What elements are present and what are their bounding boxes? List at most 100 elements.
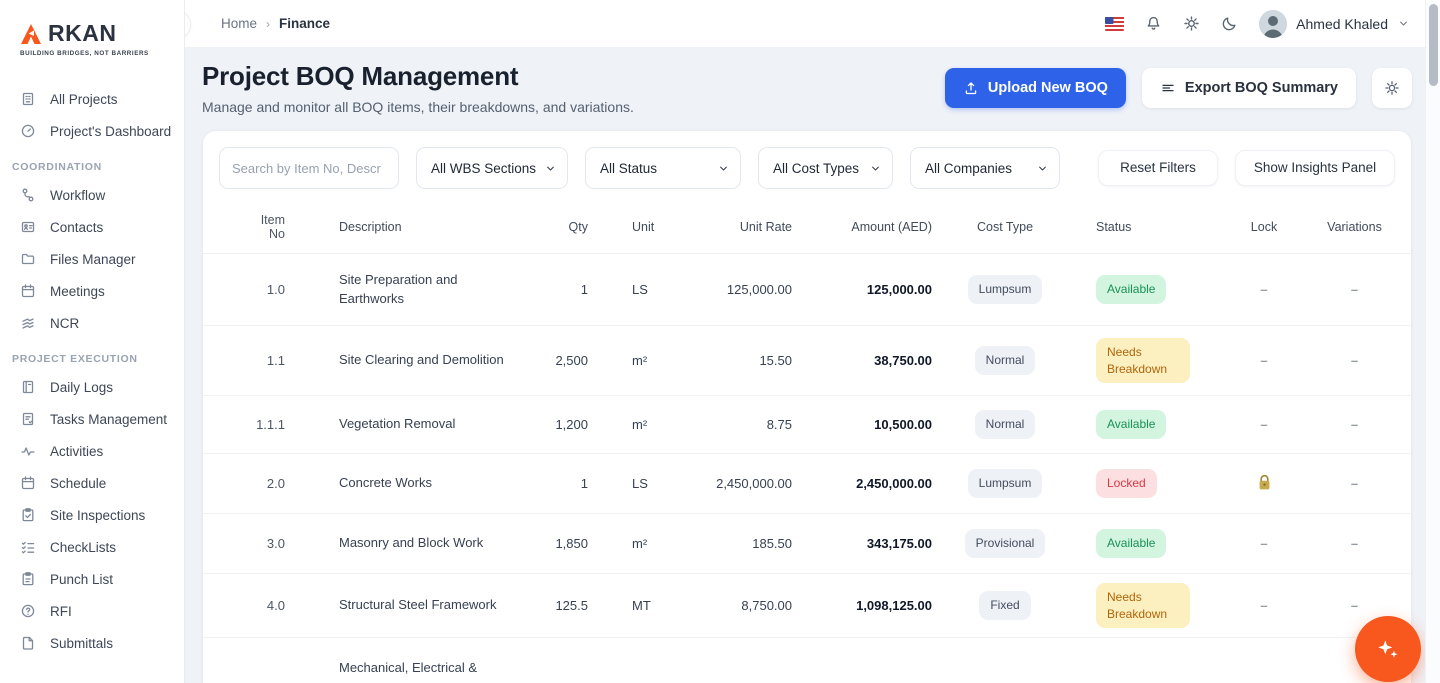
page-scrollbar[interactable]: [1425, 0, 1440, 683]
lines-icon: [1160, 80, 1176, 96]
sidebar-item-schedule[interactable]: Schedule: [0, 467, 184, 499]
chevron-down-icon: [1036, 162, 1049, 175]
cell-amount: 10,500.00: [804, 417, 944, 432]
cell-description: Site Clearing and Demolition: [309, 351, 534, 370]
cost-type-badge: Normal: [975, 346, 1036, 374]
cell-amount: 38,750.00: [804, 353, 944, 368]
wbs-sections-select[interactable]: All WBS Sections: [416, 147, 568, 189]
cell-item-no: 2.0: [219, 476, 309, 491]
col-unit: Unit: [606, 220, 676, 234]
cell-variations: –: [1314, 598, 1395, 613]
cell-unit-rate: 15.50: [676, 353, 804, 368]
table-row[interactable]: 3.0 Masonry and Block Work 1,850 m² 185.…: [203, 514, 1411, 574]
table-row[interactable]: 1.0 Site Preparation and Earthworks 1 LS…: [203, 254, 1411, 326]
page-subtitle: Manage and monitor all BOQ items, their …: [202, 99, 634, 115]
brand-name: RKAN: [48, 20, 116, 47]
sidebar-item-files-manager[interactable]: Files Manager: [0, 243, 184, 275]
cell-cost-type: Normal: [944, 410, 1066, 438]
sparkles-icon: [1375, 636, 1401, 662]
language-flag-button[interactable]: [1105, 17, 1124, 31]
ai-assistant-fab[interactable]: [1355, 616, 1421, 682]
cell-item-no: 1.0: [219, 282, 309, 297]
page-title: Project BOQ Management: [202, 61, 634, 92]
sidebar-item-ncr[interactable]: NCR: [0, 307, 184, 339]
cell-item-no: 3.0: [219, 536, 309, 551]
table-row[interactable]: Mechanical, Electrical &: [203, 638, 1411, 683]
breadcrumb-home[interactable]: Home: [221, 16, 257, 31]
help-circle-icon: [20, 603, 36, 619]
cell-amount: 343,175.00: [804, 536, 944, 551]
table-settings-button[interactable]: [1372, 68, 1412, 108]
sidebar-item-meetings[interactable]: Meetings: [0, 275, 184, 307]
brand-tagline: BUILDING BRIDGES, NOT BARRIERS: [20, 50, 184, 57]
notifications-button[interactable]: [1145, 15, 1162, 32]
activity-icon: [20, 443, 36, 459]
scrollbar-thumb[interactable]: [1429, 4, 1438, 86]
col-description: Description: [309, 218, 534, 236]
sidebar-item-tasks-management[interactable]: Tasks Management: [0, 403, 184, 435]
task-icon: [20, 411, 36, 427]
chevron-down-icon: [544, 162, 557, 175]
cost-type-badge: Provisional: [965, 529, 1046, 557]
sidebar-item-projects-dashboard[interactable]: Project's Dashboard: [0, 115, 184, 147]
sidebar-item-daily-logs[interactable]: Daily Logs: [0, 371, 184, 403]
table-row[interactable]: 2.0 Concrete Works 1 LS 2,450,000.00 2,4…: [203, 454, 1411, 514]
sidebar: RKAN BUILDING BRIDGES, NOT BARRIERS All …: [0, 0, 185, 683]
sidebar-item-rfi[interactable]: RFI: [0, 595, 184, 627]
boq-table-card: All WBS Sections All Status All Cost Typ…: [202, 130, 1412, 683]
export-boq-summary-button[interactable]: Export BOQ Summary: [1142, 68, 1356, 108]
filter-bar: All WBS Sections All Status All Cost Typ…: [203, 131, 1411, 203]
cost-type-badge: Normal: [975, 410, 1036, 438]
table-row[interactable]: 1.1 Site Clearing and Demolition 2,500 m…: [203, 326, 1411, 396]
dark-mode-toggle[interactable]: [1221, 15, 1238, 32]
cost-type-badge: Lumpsum: [968, 469, 1043, 497]
building-icon: [20, 91, 36, 107]
breadcrumb: Home › Finance: [221, 16, 330, 31]
cell-unit-rate: 2,450,000.00: [676, 476, 804, 491]
breadcrumb-current: Finance: [279, 16, 330, 31]
sidebar-item-submittals[interactable]: Submittals: [0, 627, 184, 659]
cost-types-select[interactable]: All Cost Types: [758, 147, 893, 189]
chevron-down-icon: [869, 162, 882, 175]
checklist-icon: [20, 539, 36, 555]
cell-lock: –: [1214, 536, 1314, 551]
brand-mark-icon: [18, 21, 44, 47]
cell-cost-type: Provisional: [944, 529, 1066, 557]
cost-type-badge: Fixed: [979, 591, 1030, 619]
table-row[interactable]: 1.1.1 Vegetation Removal 1,200 m² 8.75 1…: [203, 396, 1411, 454]
cell-unit-rate: 125,000.00: [676, 282, 804, 297]
cell-status: Available: [1066, 529, 1214, 557]
user-menu[interactable]: Ahmed Khaled: [1259, 10, 1410, 38]
cell-unit-rate: 185.50: [676, 536, 804, 551]
sidebar-item-punch-list[interactable]: Punch List: [0, 563, 184, 595]
clipboard-icon: [20, 571, 36, 587]
gear-icon: [1384, 80, 1400, 96]
cell-lock: –: [1214, 282, 1314, 297]
reset-filters-button[interactable]: Reset Filters: [1098, 150, 1218, 187]
upload-new-boq-button[interactable]: Upload New BOQ: [945, 68, 1126, 108]
sidebar-item-all-projects[interactable]: All Projects: [0, 83, 184, 115]
cell-status: Available: [1066, 410, 1214, 438]
cell-amount: 1,098,125.00: [804, 598, 944, 613]
sidebar-item-site-inspections[interactable]: Site Inspections: [0, 499, 184, 531]
cell-description: Masonry and Block Work: [309, 534, 534, 553]
cell-unit: m²: [606, 353, 676, 368]
sidebar-item-checklists[interactable]: CheckLists: [0, 531, 184, 563]
cell-qty: 1,850: [534, 536, 606, 551]
status-select[interactable]: All Status: [585, 147, 741, 189]
sidebar-nav: All Projects Project's Dashboard COORDIN…: [0, 83, 184, 659]
cell-item-no: 1.1.1: [219, 417, 309, 432]
sidebar-item-activities[interactable]: Activities: [0, 435, 184, 467]
table-row[interactable]: 4.0 Structural Steel Framework 125.5 MT …: [203, 574, 1411, 638]
cell-unit-rate: 8,750.00: [676, 598, 804, 613]
col-item-no: Item No: [219, 213, 309, 241]
search-input[interactable]: [219, 147, 399, 189]
show-insights-panel-button[interactable]: Show Insights Panel: [1235, 150, 1395, 187]
brand-logo[interactable]: RKAN BUILDING BRIDGES, NOT BARRIERS: [0, 0, 184, 57]
companies-select[interactable]: All Companies: [910, 147, 1060, 189]
sidebar-item-contacts[interactable]: Contacts: [0, 211, 184, 243]
sidebar-item-workflow[interactable]: Workflow: [0, 179, 184, 211]
cell-variations: –: [1314, 536, 1395, 551]
cell-description: Site Preparation and Earthworks: [309, 271, 534, 309]
settings-button[interactable]: [1183, 15, 1200, 32]
